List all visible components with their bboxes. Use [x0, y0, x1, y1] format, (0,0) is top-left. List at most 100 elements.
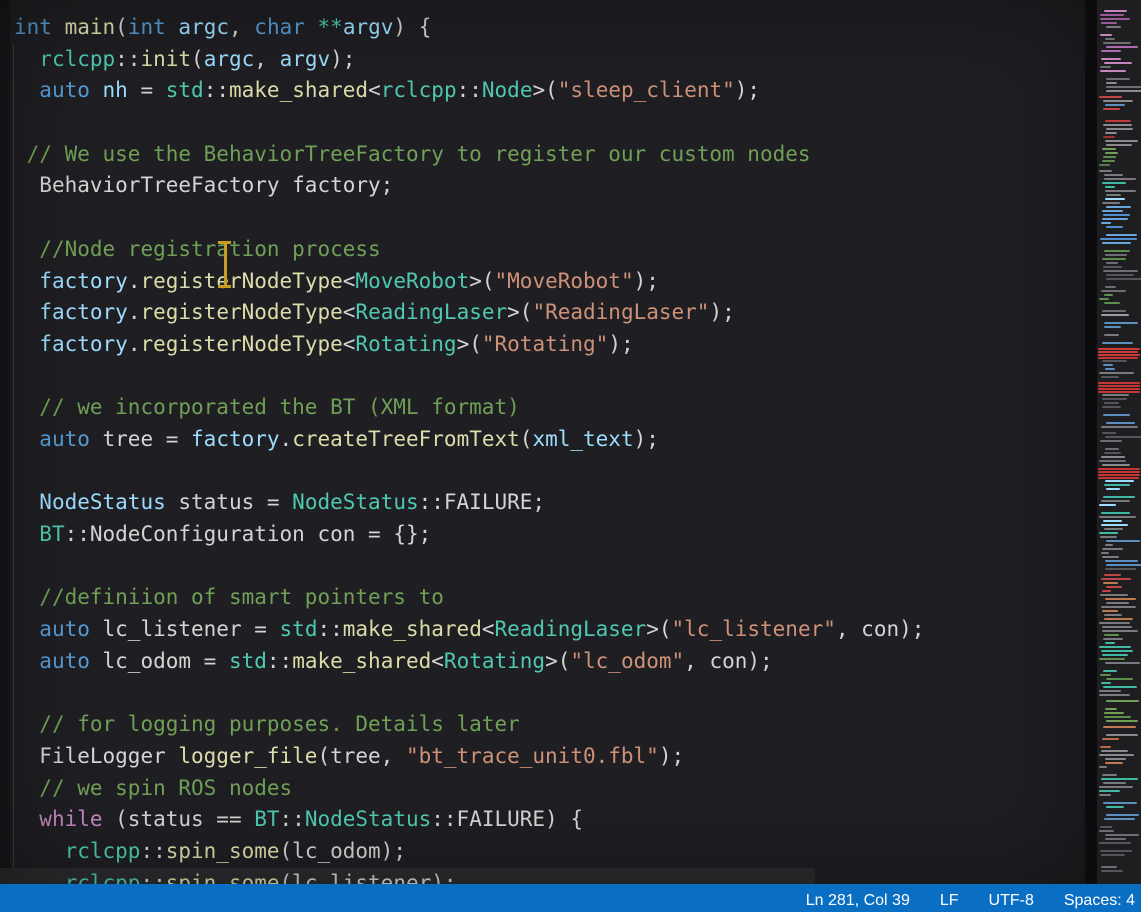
- minimap-line: [1106, 46, 1138, 48]
- minimap-line: [1102, 654, 1128, 656]
- code-line[interactable]: // we spin ROS nodes: [14, 773, 1084, 805]
- code-line[interactable]: //Node registration process: [14, 234, 1084, 266]
- status-eol-sequence[interactable]: LF: [940, 892, 959, 910]
- minimap-line: [1104, 634, 1119, 636]
- minimap-line: [1103, 124, 1132, 126]
- minimap-line: [1099, 790, 1120, 792]
- minimap-line: [1102, 398, 1127, 400]
- minimap-line: [1105, 152, 1118, 154]
- minimap-line: [1098, 385, 1140, 387]
- minimap-line: [1101, 314, 1129, 316]
- minimap[interactable]: [1097, 0, 1141, 884]
- minimap-line: [1099, 786, 1133, 788]
- code-line[interactable]: while (status == BT::NodeStatus::FAILURE…: [14, 804, 1084, 836]
- code-line[interactable]: [14, 677, 1084, 709]
- minimap-line: [1099, 830, 1114, 832]
- minimap-line: [1103, 100, 1133, 102]
- code-line[interactable]: [14, 456, 1084, 488]
- minimap-line: [1105, 642, 1115, 644]
- minimap-line: [1104, 302, 1120, 304]
- code-line[interactable]: auto lc_odom = std::make_shared<Rotating…: [14, 646, 1084, 678]
- code-line[interactable]: NodeStatus status = NodeStatus::FAILURE;: [14, 487, 1084, 519]
- code-line[interactable]: auto tree = factory.createTreeFromText(x…: [14, 424, 1084, 456]
- code-line[interactable]: factory.registerNodeType<ReadingLaser>("…: [14, 297, 1084, 329]
- minimap-line: [1103, 802, 1137, 804]
- minimap-line: [1098, 382, 1140, 384]
- minimap-line: [1104, 528, 1123, 530]
- minimap-line: [1098, 474, 1140, 476]
- minimap-line: [1106, 734, 1138, 736]
- minimap-line: [1101, 778, 1138, 780]
- minimap-line: [1105, 38, 1115, 40]
- minimap-line: [1100, 536, 1117, 538]
- code-line[interactable]: // we incorporated the BT (XML format): [14, 392, 1084, 424]
- minimap-line: [1103, 270, 1138, 272]
- minimap-line: [1099, 766, 1107, 768]
- status-encoding[interactable]: UTF-8: [989, 892, 1034, 910]
- code-line[interactable]: auto lc_listener = std::make_shared<Read…: [14, 614, 1084, 646]
- code-line[interactable]: factory.registerNodeType<Rotating>("Rota…: [14, 329, 1084, 361]
- minimap-line: [1100, 674, 1111, 676]
- minimap-line: [1104, 484, 1130, 486]
- minimap-line: [1105, 190, 1136, 192]
- code-line[interactable]: [14, 361, 1084, 393]
- minimap-line: [1106, 262, 1118, 264]
- minimap-line: [1101, 870, 1123, 872]
- minimap-line: [1106, 564, 1141, 566]
- code-line[interactable]: FileLogger logger_file(tree, "bt_trace_u…: [14, 741, 1084, 773]
- minimap-line: [1105, 132, 1117, 134]
- code-area[interactable]: int main(int argc, char **argv) { rclcpp…: [14, 12, 1084, 884]
- minimap-line: [1102, 464, 1130, 466]
- minimap-line: [1103, 42, 1131, 44]
- code-line[interactable]: //definiion of smart pointers to: [14, 582, 1084, 614]
- code-line[interactable]: factory.registerNodeType<MoveRobot>("Mov…: [14, 266, 1084, 298]
- minimap-line: [1105, 186, 1115, 188]
- minimap-line: [1100, 594, 1128, 596]
- minimap-line: [1105, 568, 1136, 570]
- minimap-line: [1101, 750, 1128, 752]
- minimap-line: [1102, 394, 1129, 396]
- minimap-line: [1106, 806, 1124, 808]
- minimap-line: [1101, 22, 1117, 24]
- minimap-line: [1106, 86, 1141, 88]
- minimap-line: [1098, 471, 1140, 473]
- code-line[interactable]: [14, 202, 1084, 234]
- minimap-line: [1099, 372, 1134, 374]
- minimap-line: [1103, 108, 1120, 110]
- minimap-line: [1102, 626, 1132, 628]
- minimap-line: [1103, 638, 1123, 640]
- code-line[interactable]: int main(int argc, char **argv) {: [14, 12, 1084, 44]
- code-line[interactable]: [14, 107, 1084, 139]
- minimap-line: [1100, 66, 1111, 68]
- code-line[interactable]: BT::NodeConfiguration con = {};: [14, 519, 1084, 551]
- minimap-line: [1099, 754, 1134, 756]
- code-line[interactable]: [14, 551, 1084, 583]
- minimap-line: [1099, 298, 1109, 300]
- minimap-line: [1102, 548, 1123, 550]
- code-line[interactable]: auto nh = std::make_shared<rclcpp::Node>…: [14, 75, 1084, 107]
- status-cursor-position[interactable]: Ln 281, Col 39: [806, 892, 910, 910]
- minimap-line: [1102, 182, 1126, 184]
- code-line[interactable]: rclcpp::spin_some(lc_odom);: [14, 836, 1084, 868]
- minimap-line: [1100, 34, 1112, 36]
- minimap-line: [1102, 242, 1131, 244]
- minimap-line: [1100, 826, 1112, 828]
- minimap-line: [1105, 480, 1134, 482]
- minimap-line: [1104, 716, 1131, 718]
- minimap-line: [1105, 104, 1125, 106]
- minimap-line: [1099, 690, 1121, 692]
- code-line[interactable]: // We use the BehaviorTreeFactory to reg…: [14, 139, 1084, 171]
- minimap-line: [1104, 62, 1132, 64]
- minimap-line: [1102, 310, 1126, 312]
- minimap-line: [1101, 376, 1119, 378]
- code-line[interactable]: BehaviorTreeFactory factory;: [14, 170, 1084, 202]
- minimap-line: [1101, 682, 1111, 684]
- code-line[interactable]: rclcpp::spin_some(lc_listener);: [14, 868, 1084, 884]
- minimap-line: [1104, 334, 1119, 336]
- minimap-line: [1101, 866, 1117, 868]
- minimap-line: [1105, 708, 1117, 710]
- code-line[interactable]: rclcpp::init(argc, argv);: [14, 44, 1084, 76]
- status-indentation[interactable]: Spaces: 4: [1064, 892, 1135, 910]
- minimap-line: [1101, 290, 1126, 292]
- code-line[interactable]: // for logging purposes. Details later: [14, 709, 1084, 741]
